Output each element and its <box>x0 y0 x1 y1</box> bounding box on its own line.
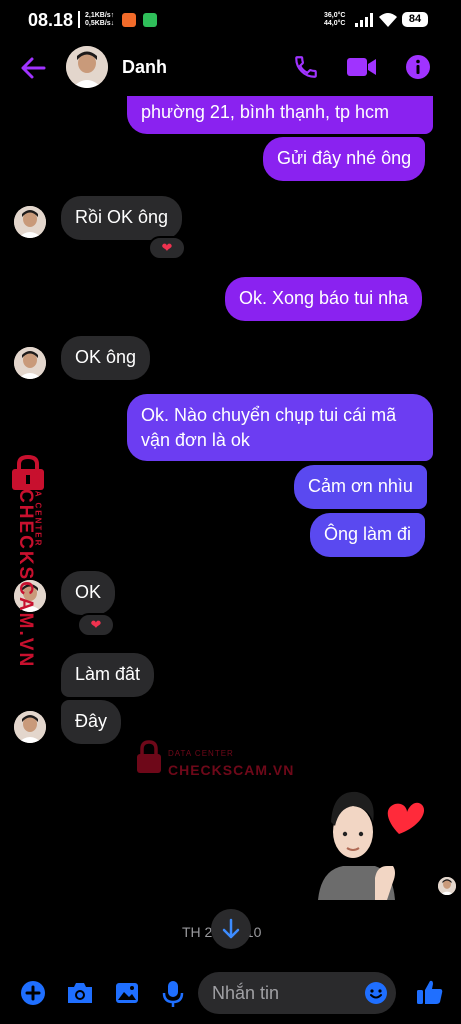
net-up: 2,1KB/s↑ <box>85 12 115 19</box>
app-notification-icon <box>122 13 136 27</box>
message-bubble-incoming[interactable]: Làm đât <box>61 653 155 697</box>
contact-name[interactable]: Danh <box>122 57 167 78</box>
message-text-line-2: vận đơn là ok <box>141 430 250 450</box>
message-text: OK ông <box>75 347 137 367</box>
temp-1: 36,0°C <box>324 12 346 19</box>
message-composer: Nhắn tin <box>0 962 461 1024</box>
seen-receipt-avatar <box>438 877 456 895</box>
thumbs-up-icon[interactable] <box>416 978 444 1006</box>
message-text: Làm đât <box>75 664 141 684</box>
contact-avatar[interactable] <box>66 46 108 88</box>
camera-icon[interactable] <box>66 980 94 1006</box>
message-input-placeholder: Nhắn tin <box>212 983 280 1003</box>
info-icon[interactable] <box>405 54 431 80</box>
message-bubble-outgoing[interactable]: Ông làm đi <box>310 513 426 557</box>
contact-avatar-small[interactable] <box>14 347 46 379</box>
message-text: Ok. Xong báo tui nha <box>239 288 409 308</box>
message-text: Rồi OK ông <box>75 207 169 227</box>
temp-2: 44,0°C <box>324 20 346 27</box>
message-bubble-incoming[interactable]: Rồi OK ông <box>61 196 183 240</box>
message-text: OK <box>75 582 102 602</box>
watermark-big-text: CHECKSCAM.VN <box>168 762 295 778</box>
battery-indicator: 84 <box>402 12 428 27</box>
watermark-small-text: DATA CENTER <box>168 749 234 758</box>
status-time: 08.18 <box>28 10 74 30</box>
watermark-big-text: CHECKSCAM.VN <box>15 489 36 669</box>
plus-icon[interactable] <box>20 980 46 1006</box>
arrow-down-icon <box>222 918 240 939</box>
status-separator <box>78 11 80 28</box>
message-text-line-1: Ok. Nào chuyển chụp tui cái mã <box>141 405 397 425</box>
conversation-header: Danh <box>0 42 461 94</box>
contact-avatar-small[interactable] <box>14 206 46 238</box>
heart-reaction[interactable]: ❤ <box>148 236 186 260</box>
message-text: Đây <box>75 711 108 731</box>
signal-icon <box>355 13 373 27</box>
heart-reaction[interactable]: ❤ <box>77 613 115 637</box>
message-bubble-outgoing[interactable]: Ok. Xong báo tui nha <box>225 277 423 321</box>
message-bubble-incoming[interactable]: Đây <box>61 700 122 744</box>
message-input[interactable]: Nhắn tin <box>198 972 396 1014</box>
wifi-icon <box>379 13 397 27</box>
back-arrow-icon[interactable] <box>20 56 46 80</box>
net-down: 0,5KB/s↓ <box>85 20 115 27</box>
message-bubble-outgoing[interactable]: Ok. Nào chuyển chụp tui cái mã vận đơn l… <box>127 394 433 461</box>
message-text: phường 21, bình thạnh, tp hcm <box>141 102 390 122</box>
phone-notification-icon <box>143 13 157 27</box>
microphone-icon[interactable] <box>162 980 184 1008</box>
network-speed: 2,1KB/s↑ 0,5KB/s↓ <box>85 12 114 28</box>
temperature-readout: 36,0°C 44,0°C <box>324 12 345 28</box>
lock-icon <box>137 740 161 773</box>
status-bar: 08.18 2,1KB/s↑ 0,5KB/s↓ 36,0°C 44,0°C 84 <box>0 0 461 40</box>
message-bubble-outgoing[interactable]: Gửi đây nhé ông <box>263 137 426 181</box>
gallery-image-icon[interactable] <box>114 980 140 1006</box>
video-call-icon[interactable] <box>347 57 377 77</box>
message-text: Gửi đây nhé ông <box>277 148 412 168</box>
contact-avatar-small[interactable] <box>14 711 46 743</box>
message-bubble-outgoing[interactable]: phường 21, bình thạnh, tp hcm <box>127 96 433 134</box>
message-bubble-outgoing[interactable]: Cảm ơn nhìu <box>294 465 427 509</box>
watermark-center: DATA CENTER CHECKSCAM.VN <box>135 740 295 780</box>
message-text: Cảm ơn nhìu <box>308 476 413 496</box>
message-text: Ông làm đi <box>324 524 412 544</box>
scroll-to-bottom-button[interactable] <box>211 909 251 949</box>
message-bubble-incoming[interactable]: OK <box>61 571 116 615</box>
watermark-vertical: DATA CENTER CHECKSCAM.VN <box>2 455 50 668</box>
message-bubble-incoming[interactable]: OK ông <box>61 336 151 380</box>
phone-call-icon[interactable] <box>293 54 319 80</box>
emoji-icon[interactable] <box>364 981 388 1005</box>
avatar-heart-sticker[interactable] <box>313 782 425 900</box>
